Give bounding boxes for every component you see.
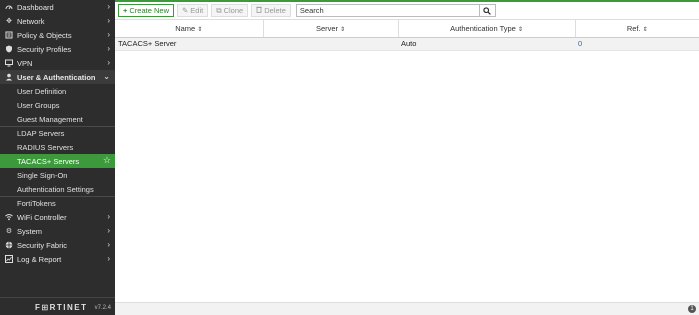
- star-icon[interactable]: ☆: [103, 155, 111, 166]
- policy-icon: [4, 30, 14, 40]
- column-header-label: Name: [175, 23, 196, 33]
- sidebar-subitem-user-definition[interactable]: User Definition: [0, 84, 115, 98]
- search-icon: [483, 6, 492, 15]
- cell-auth-type: Auto: [398, 37, 575, 51]
- sidebar-item-label: User & Authentication: [17, 72, 96, 82]
- chevron-right-icon: ›: [107, 254, 110, 263]
- column-header-server[interactable]: Server ⇕: [263, 20, 399, 38]
- column-header-authentication-type[interactable]: Authentication Type ⇕: [398, 20, 576, 38]
- sidebar-item-label: Log & Report: [17, 254, 62, 264]
- fabric-icon: [4, 240, 14, 250]
- chevron-right-icon: ›: [107, 2, 110, 11]
- user-icon: [4, 72, 14, 82]
- sidebar-subitem-user-groups[interactable]: User Groups: [0, 98, 115, 112]
- sidebar-subitem-radius-servers[interactable]: RADIUS Servers: [0, 140, 115, 154]
- sidebar-item-label: Network: [17, 16, 45, 26]
- search-button[interactable]: [478, 5, 495, 16]
- sidebar-subitem-ldap-servers[interactable]: LDAP Servers: [0, 126, 115, 140]
- chevron-right-icon: ›: [107, 58, 110, 67]
- sidebar-item-user-authentication[interactable]: User & Authentication ⌄: [0, 70, 115, 84]
- sidebar-item-log-report[interactable]: Log & Report ›: [0, 252, 115, 266]
- trash-icon: [256, 6, 262, 15]
- delete-button[interactable]: Delete: [251, 4, 291, 17]
- gear-icon: ⚙: [5, 228, 13, 235]
- sidebar: Dashboard › ✥ Network › Policy & Objects…: [0, 0, 115, 315]
- sort-icon: ⇕: [642, 26, 648, 33]
- clone-icon: ⧉: [216, 5, 222, 15]
- sidebar-footer: F⊞RTINET v7.2.4: [0, 297, 115, 315]
- sidebar-item-label: Policy & Objects: [17, 30, 72, 40]
- sidebar-item-security-fabric[interactable]: Security Fabric ›: [0, 238, 115, 252]
- dashboard-icon: [4, 2, 14, 12]
- column-header-ref[interactable]: Ref. ⇕: [575, 20, 699, 38]
- sidebar-subitem-authentication-settings[interactable]: Authentication Settings: [0, 182, 115, 196]
- sidebar-item-label: VPN: [17, 58, 33, 68]
- column-header-name[interactable]: Name ⇕: [115, 20, 264, 38]
- edit-button[interactable]: ✎ Edit: [177, 4, 209, 17]
- sidebar-item-system[interactable]: ⚙ System ›: [0, 224, 115, 238]
- sidebar-subitem-tacacs-servers[interactable]: TACACS+ Servers ☆: [0, 154, 115, 168]
- chevron-right-icon: ›: [107, 44, 110, 53]
- sidebar-item-wifi-controller[interactable]: WiFi Controller ›: [0, 210, 115, 224]
- table-header-row: Name ⇕ Server ⇕ Authentication Type ⇕ Ref. ⇕: [115, 20, 699, 38]
- chevron-right-icon: ›: [107, 212, 110, 221]
- table-row[interactable]: TACACS+ Server Auto 0: [115, 37, 699, 51]
- column-header-label: Server: [315, 23, 339, 33]
- sidebar-subitem-fortitokens[interactable]: FortiTokens: [0, 196, 115, 210]
- pencil-icon: ✎: [182, 6, 189, 15]
- version-label: v7.2.4: [94, 305, 111, 311]
- chevron-down-icon: ⌄: [103, 72, 110, 81]
- create-new-button[interactable]: + Create New: [118, 4, 174, 17]
- edit-label: Edit: [190, 6, 204, 15]
- sidebar-item-label: TACACS+ Servers: [17, 156, 80, 166]
- chevron-right-icon: ›: [107, 226, 110, 235]
- wifi-icon: [4, 212, 14, 222]
- sidebar-item-policy-objects[interactable]: Policy & Objects ›: [0, 28, 115, 42]
- sort-icon: ⇕: [197, 26, 203, 33]
- cell-name: TACACS+ Server: [115, 37, 263, 51]
- sidebar-item-label: WiFi Controller: [17, 212, 67, 222]
- sidebar-item-label: Security Fabric: [17, 240, 68, 250]
- clone-label: Clone: [223, 6, 244, 15]
- create-new-label: Create New: [129, 6, 169, 15]
- sidebar-item-label: Security Profiles: [17, 44, 72, 54]
- clone-button[interactable]: ⧉ Clone: [211, 4, 249, 17]
- sidebar-item-vpn[interactable]: VPN ›: [0, 56, 115, 70]
- status-bar: 1: [115, 302, 699, 315]
- chevron-right-icon: ›: [107, 240, 110, 249]
- sidebar-item-network[interactable]: ✥ Network ›: [0, 14, 115, 28]
- toolbar: + Create New ✎ Edit ⧉ Clone Delete: [115, 2, 699, 20]
- shield-icon: [4, 44, 14, 54]
- plus-icon: +: [123, 6, 128, 15]
- chevron-right-icon: ›: [107, 30, 110, 39]
- sidebar-item-security-profiles[interactable]: Security Profiles ›: [0, 42, 115, 56]
- sidebar-item-label: Dashboard: [17, 2, 54, 12]
- sort-icon: ⇕: [517, 26, 523, 33]
- cell-server: [263, 37, 398, 51]
- servers-table: Name ⇕ Server ⇕ Authentication Type ⇕ Ref. ⇕…: [115, 20, 699, 51]
- delete-label: Delete: [264, 6, 286, 15]
- chevron-right-icon: ›: [107, 16, 110, 25]
- network-icon: ✥: [6, 18, 12, 25]
- column-header-label: Ref.: [626, 23, 641, 33]
- search-input[interactable]: [296, 5, 479, 16]
- sort-icon: ⇕: [340, 26, 346, 33]
- monitor-icon: [4, 58, 14, 68]
- sidebar-subitem-guest-management[interactable]: Guest Management: [0, 112, 115, 126]
- column-header-label: Authentication Type: [450, 23, 516, 33]
- main-content: + Create New ✎ Edit ⧉ Clone Delete Searc…: [115, 0, 699, 315]
- sidebar-subitem-single-sign-on[interactable]: Single Sign-On: [0, 168, 115, 182]
- fortinet-logo: F⊞RTINET: [35, 303, 88, 312]
- search-box: [295, 4, 496, 17]
- sidebar-item-label: System: [17, 226, 43, 236]
- sidebar-item-dashboard[interactable]: Dashboard ›: [0, 0, 115, 14]
- chart-icon: [4, 254, 14, 264]
- cell-ref-link[interactable]: 0: [575, 37, 699, 51]
- entry-count-badge: 1: [688, 305, 696, 313]
